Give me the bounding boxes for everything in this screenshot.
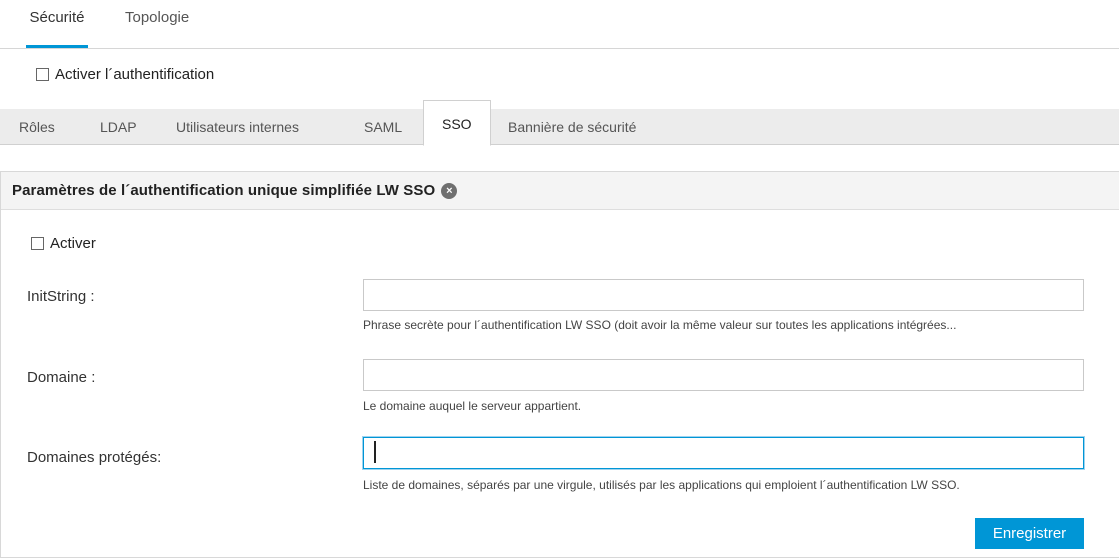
initstring-label: InitString :: [27, 288, 95, 305]
tab-internal-users[interactable]: Utilisateurs internes: [176, 109, 299, 145]
protected-domains-input[interactable]: [363, 437, 1084, 469]
initstring-input[interactable]: [363, 279, 1084, 311]
close-circle-icon[interactable]: ×: [441, 182, 458, 199]
top-tab-bar: Sécurité Topologie: [0, 0, 1119, 49]
tab-security-banner[interactable]: Bannière de sécurité: [508, 109, 636, 145]
tab-sso[interactable]: SSO: [423, 100, 491, 146]
checkbox-box[interactable]: [31, 237, 44, 250]
tab-roles[interactable]: Rôles: [19, 109, 55, 145]
enable-authentication-label: Activer l´authentification: [55, 66, 215, 83]
enable-sso-checkbox[interactable]: Activer: [31, 235, 96, 252]
tab-topologie[interactable]: Topologie: [125, 0, 189, 48]
security-sub-tab-bar: Rôles LDAP Utilisateurs internes SAML SS…: [0, 100, 1119, 146]
enable-authentication-checkbox[interactable]: Activer l´authentification: [36, 66, 214, 83]
panel-title: Paramètres de l´authentification unique …: [12, 182, 436, 199]
tab-saml[interactable]: SAML: [364, 109, 402, 145]
domain-input[interactable]: [363, 359, 1084, 391]
protected-domains-help: Liste de domaines, séparés par une virgu…: [363, 478, 960, 492]
enable-sso-label: Activer: [50, 235, 96, 252]
tab-ldap[interactable]: LDAP: [100, 109, 137, 145]
tab-securite[interactable]: Sécurité: [26, 0, 88, 48]
protected-domains-label: Domaines protégés:: [27, 449, 162, 466]
initstring-help: Phrase secrète pour l´authentification L…: [363, 318, 957, 332]
panel-header: Paramètres de l´authentification unique …: [1, 172, 1119, 210]
domain-label: Domaine :: [27, 369, 96, 386]
checkbox-box[interactable]: [36, 68, 49, 81]
save-button[interactable]: Enregistrer: [975, 518, 1084, 549]
text-caret: [374, 441, 376, 463]
domain-help: Le domaine auquel le serveur appartient.: [363, 399, 582, 413]
